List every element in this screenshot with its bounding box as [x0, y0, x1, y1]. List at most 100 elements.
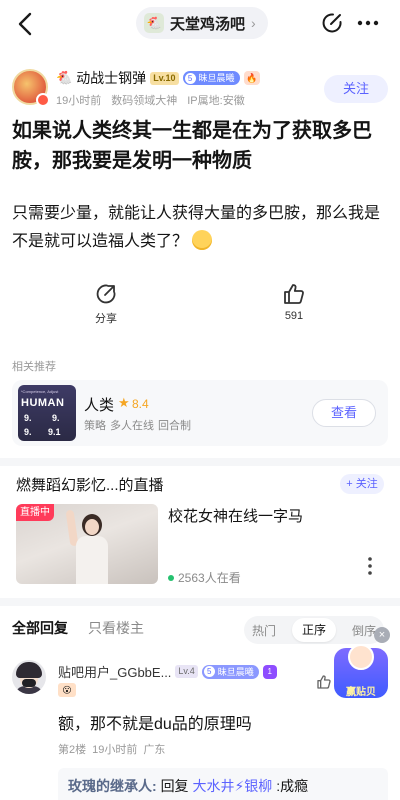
sort-switch: 热门 正序 倒序 — [244, 616, 384, 644]
share-button[interactable]: 分享 — [76, 282, 136, 326]
author-name-row: 🐔 动战士钢弹 Lv.10 5 昧旦晨曦 🔥 — [56, 69, 260, 87]
promo-label: 赢贴贝 — [346, 687, 376, 698]
follow-button[interactable]: 关注 — [324, 75, 388, 103]
sort-hot[interactable]: 热门 — [252, 622, 276, 639]
sort-ascending[interactable]: 正序 — [291, 618, 336, 642]
edit-icon — [322, 13, 342, 33]
live-title[interactable]: 校花女神在线一字马 — [168, 505, 303, 526]
close-icon[interactable]: × — [374, 627, 390, 643]
live-heading[interactable]: 燃舞蹈幻影忆...的直播 — [16, 474, 164, 495]
share-label: 分享 — [95, 313, 117, 325]
like-button[interactable]: 591 — [264, 282, 324, 322]
commenter-name[interactable]: 贴吧用户_GGbbE... — [58, 662, 171, 681]
live-tag: 直播中 — [16, 504, 54, 521]
game-tag: 多人在线 — [110, 420, 154, 432]
commenter-member-level: 5 — [203, 666, 215, 677]
author-name[interactable]: 动战士钢弹 — [76, 68, 146, 88]
sub-reply-prefix: 回复 — [160, 778, 189, 794]
avatar-badge-icon — [36, 93, 50, 107]
commenter-member-label: 昧旦晨曦 — [217, 666, 254, 677]
promo-character — [348, 644, 374, 670]
streamer-figure — [76, 536, 108, 584]
more-vertical-icon — [368, 557, 372, 575]
thumbnail-tagline: *Competence, Adjust — [21, 389, 59, 394]
comment-text: 额，那不就是du品的原理吗 — [58, 716, 252, 733]
level-badge: Lv.10 — [150, 71, 179, 85]
thumbnail-score: 9. — [24, 413, 32, 423]
streamer-figure — [85, 519, 99, 535]
game-tag: 回合制 — [158, 420, 191, 432]
like-count: 591 — [284, 310, 304, 322]
related-section-title: 相关推荐 — [12, 361, 56, 373]
game-tag: 策略 — [84, 420, 106, 432]
live-dot-icon — [168, 574, 174, 581]
comment-time: 19小时前 — [92, 744, 138, 756]
comment-meta: 第2楼 19小时前 广东 — [58, 741, 165, 757]
thumbs-up-icon — [284, 284, 304, 304]
comment-location: 广东 — [143, 744, 166, 756]
game-tags: 策略 多人在线 回合制 — [84, 417, 191, 433]
thumbnail-score: 9. — [52, 413, 60, 423]
commenter-avatar[interactable] — [12, 660, 46, 694]
live-thumbnail[interactable]: 直播中 — [16, 504, 158, 584]
ip-location: IP属地:安徽 — [187, 95, 245, 107]
game-thumbnail: *Competence, Adjust HUMAN 9. 9. 9. 9.1 — [18, 385, 76, 441]
comment-floor: 第2楼 — [58, 744, 87, 756]
viewer-count: 2563人在看 — [178, 571, 241, 585]
tab-op-only[interactable]: 只看楼主 — [88, 618, 144, 638]
member-level: 5 — [184, 72, 196, 84]
view-button[interactable]: 查看 — [312, 399, 376, 427]
commenter-level: Lv.4 — [175, 665, 198, 678]
sub-reply-user[interactable]: 玫瑰的继承人: — [68, 778, 157, 794]
live-follow-button[interactable]: + 关注 — [340, 474, 384, 494]
chevron-left-icon — [18, 12, 32, 36]
author-row: 🐔 动战士钢弹 Lv.10 5 昧旦晨曦 🔥 19小时前 数码领域大神 IP属地… — [12, 69, 388, 109]
fire-badge-icon: 🔥 — [243, 71, 260, 85]
top-bar: 🐔 天堂鸡汤吧 › — [0, 0, 400, 48]
avatar-figure — [16, 662, 42, 678]
live-viewers: 2563人在看 — [168, 569, 241, 586]
reply-tabs: 全部回复 只看楼主 — [12, 618, 144, 638]
game-score: 8.4 — [132, 397, 149, 411]
sort-descending[interactable]: 倒序 — [352, 622, 376, 639]
thumbs-up-icon — [317, 675, 331, 689]
member-label: 昧旦晨曦 — [198, 73, 235, 83]
comment-like-button[interactable] — [316, 674, 332, 690]
forum-avatar: 🐔 — [144, 13, 164, 33]
tab-all-replies[interactable]: 全部回复 — [12, 618, 68, 638]
action-bar: 分享 591 — [0, 282, 400, 330]
edit-button[interactable] — [320, 11, 344, 35]
sub-reply-target[interactable]: 大水井⚡银柳 — [192, 778, 272, 794]
back-button[interactable] — [14, 10, 38, 38]
smile-emoji-icon — [192, 229, 213, 250]
author-meta: 19小时前 数码领域大神 IP属地:安徽 — [56, 92, 245, 108]
chicken-icon: 🐔 — [56, 70, 73, 85]
member-badge: 5 昧旦晨曦 — [182, 71, 240, 85]
surprised-badge-icon: 😮 — [58, 683, 76, 697]
live-more-button[interactable] — [360, 556, 380, 576]
post-time: 19小时前 — [56, 95, 102, 107]
related-card[interactable]: *Competence, Adjust HUMAN 9. 9. 9. 9.1 人… — [12, 380, 388, 446]
section-divider — [0, 598, 400, 606]
post-body: 只需要少量，就能让人获得大量的多巴胺，那么我是不是就可以造福人类了？ — [12, 200, 388, 256]
sub-reply-text: :成瘾 — [276, 778, 309, 794]
purple-badge: 1 — [262, 664, 277, 679]
thumbnail-score: 9. — [24, 427, 32, 437]
commenter-member-badge: 5 昧旦晨曦 — [201, 664, 259, 679]
share-icon — [96, 284, 116, 304]
thumbnail-score: 9.1 — [48, 427, 61, 437]
more-dots-icon — [357, 20, 379, 26]
game-name: 人类 — [84, 397, 115, 414]
commenter-name-row: 贴吧用户_GGbbE... Lv.4 5 昧旦晨曦 1 — [58, 662, 277, 681]
post-title: 如果说人类终其一生都是在为了获取多巴胺，那我要是发明一种物质 — [12, 120, 372, 172]
chevron-right-icon: › — [251, 15, 256, 31]
avatar-figure — [22, 679, 36, 687]
more-button[interactable] — [356, 11, 380, 35]
author-title: 数码领域大神 — [111, 95, 178, 107]
thumbnail-title: HUMAN — [21, 397, 65, 409]
promo-float[interactable]: 赢贴贝 — [332, 644, 390, 700]
star-icon: ★ — [118, 395, 130, 410]
forum-entry[interactable]: 🐔 天堂鸡汤吧 › — [136, 7, 268, 39]
sub-reply[interactable]: 玫瑰的继承人: 回复 大水井⚡银柳 :成瘾 — [58, 768, 388, 800]
section-divider — [0, 458, 400, 466]
